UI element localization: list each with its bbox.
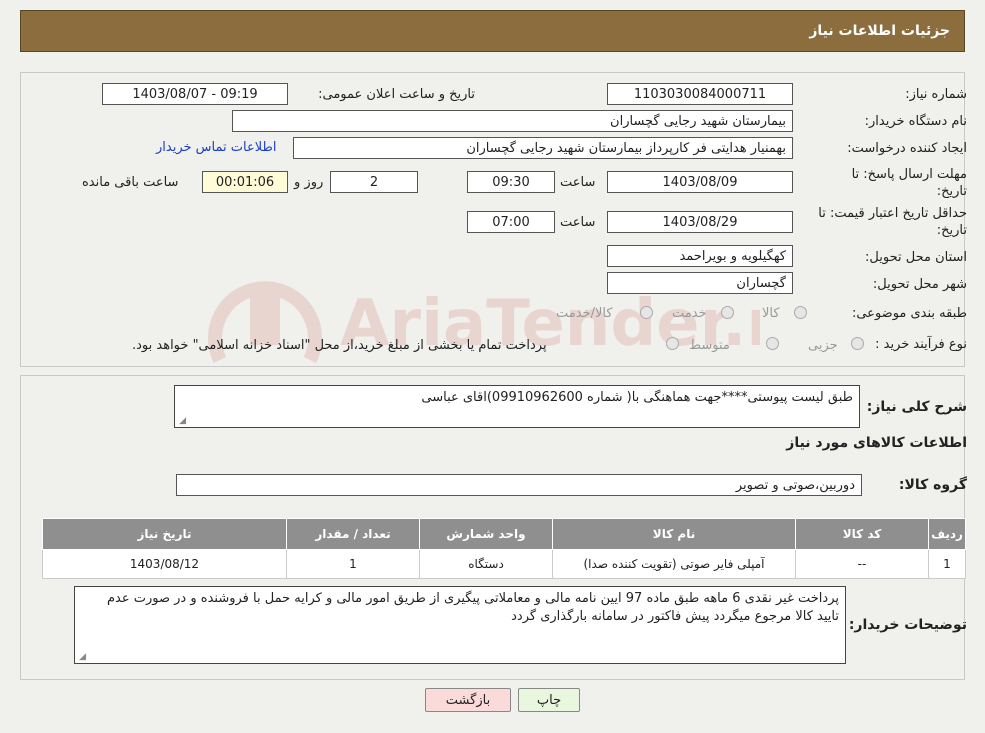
buyer-notes-label: توضیحات خریدار: [848, 617, 967, 633]
need-number-field: 1103030084000711 [607, 83, 793, 105]
col-date: تاریخ نیاز [42, 518, 287, 550]
resize-grip-icon[interactable]: ◢ [177, 417, 186, 426]
back-button[interactable]: بازگشت [425, 688, 511, 712]
deadline-time-field: 09:30 [467, 171, 555, 193]
cell-name: آمپلی فایر صوتی (تقویت کننده صدا) [552, 549, 796, 579]
summary-textarea[interactable]: طبق لیست پیوستی****جهت هماهنگی با( شماره… [174, 385, 860, 428]
process-radio-minor[interactable] [851, 337, 864, 350]
print-button[interactable]: چاپ [518, 688, 580, 712]
goods-section-title: اطلاعات کالاهای مورد نیاز [786, 435, 967, 451]
treasury-note: پرداخت تمام یا بخشی از مبلغ خرید،از محل … [132, 338, 547, 353]
col-row: ردیف [928, 518, 966, 550]
request-creator-field: بهمنیار هدایتی فر کارپرداز بیمارستان شهی… [293, 137, 793, 159]
category-radio-goods[interactable] [794, 306, 807, 319]
process-medium-label: متوسط [689, 338, 730, 353]
resize-grip-icon[interactable]: ◢ [77, 653, 86, 662]
deadline-time-label: ساعت [560, 175, 596, 190]
process-minor-label: جزیی [808, 338, 838, 353]
price-validity-time-field: 07:00 [467, 211, 555, 233]
col-qty: تعداد / مقدار [286, 518, 420, 550]
col-name: نام کالا [552, 518, 796, 550]
category-goods-service-label: کالا/خدمت [556, 306, 613, 321]
announce-datetime-field: 1403/08/07 - 09:19 [102, 83, 288, 105]
cell-row: 1 [928, 549, 966, 579]
category-service-label: خدمت [672, 306, 707, 321]
buyer-name-label: نام دستگاه خریدار: [864, 114, 967, 129]
category-radio-service[interactable] [721, 306, 734, 319]
announce-datetime-label: تاریخ و ساعت اعلان عمومی: [318, 87, 475, 102]
province-field: کهگیلویه و بویراحمد [607, 245, 793, 267]
process-type-label: نوع فرآیند خرید : [875, 337, 967, 352]
col-unit: واحد شمارش [419, 518, 553, 550]
need-number-label: شماره نیاز: [905, 87, 967, 102]
category-radio-goods-service[interactable] [640, 306, 653, 319]
category-label: طبقه بندی موضوعی: [851, 306, 967, 321]
category-goods-label: کالا [762, 306, 780, 321]
page-header: جزئیات اطلاعات نیاز [20, 10, 965, 52]
buyer-notes-textarea[interactable]: پرداخت غیر نقدی 6 ماهه طبق ماده 97 ایین … [74, 586, 846, 664]
price-validity-label: حداقل تاریخ اعتبار قیمت: تا تاریخ: [818, 206, 967, 238]
page-title: جزئیات اطلاعات نیاز [809, 23, 950, 39]
days-field: 2 [330, 171, 418, 193]
city-field: گچساران [607, 272, 793, 294]
goods-group-field: دوربین،صوتی و تصویر [176, 474, 862, 496]
buyer-contact-link[interactable]: اطلاعات تماس خریدار [156, 140, 276, 155]
cell-qty: 1 [286, 549, 420, 579]
goods-table: ردیف کد کالا نام کالا واحد شمارش تعداد /… [42, 518, 966, 579]
cell-code: -- [795, 549, 929, 579]
col-code: کد کالا [795, 518, 929, 550]
goods-table-header: ردیف کد کالا نام کالا واحد شمارش تعداد /… [42, 518, 966, 550]
cell-date: 1403/08/12 [42, 549, 287, 579]
process-radio-treasury[interactable] [666, 337, 679, 350]
city-label: شهر محل تحویل: [872, 277, 967, 292]
deadline-date-field: 1403/08/09 [607, 171, 793, 193]
days-label: روز و [294, 175, 324, 190]
province-label: استان محل تحویل: [865, 250, 967, 265]
cell-unit: دستگاه [419, 549, 553, 579]
goods-group-label: گروه کالا: [898, 477, 967, 493]
price-validity-time-label: ساعت [560, 215, 596, 230]
table-row: 1 -- آمپلی فایر صوتی (تقویت کننده صدا) د… [42, 549, 966, 579]
remaining-time-label: ساعت باقی مانده [82, 175, 179, 190]
price-validity-date-field: 1403/08/29 [607, 211, 793, 233]
summary-label: شرح کلی نیاز: [866, 399, 967, 415]
remaining-time-field: 00:01:06 [202, 171, 288, 193]
process-radio-medium[interactable] [766, 337, 779, 350]
deadline-label: مهلت ارسال پاسخ: تا تاریخ: [851, 167, 967, 199]
request-creator-label: ایجاد کننده درخواست: [847, 141, 967, 156]
buyer-name-field: بیمارستان شهید رجایی گچساران [232, 110, 793, 132]
